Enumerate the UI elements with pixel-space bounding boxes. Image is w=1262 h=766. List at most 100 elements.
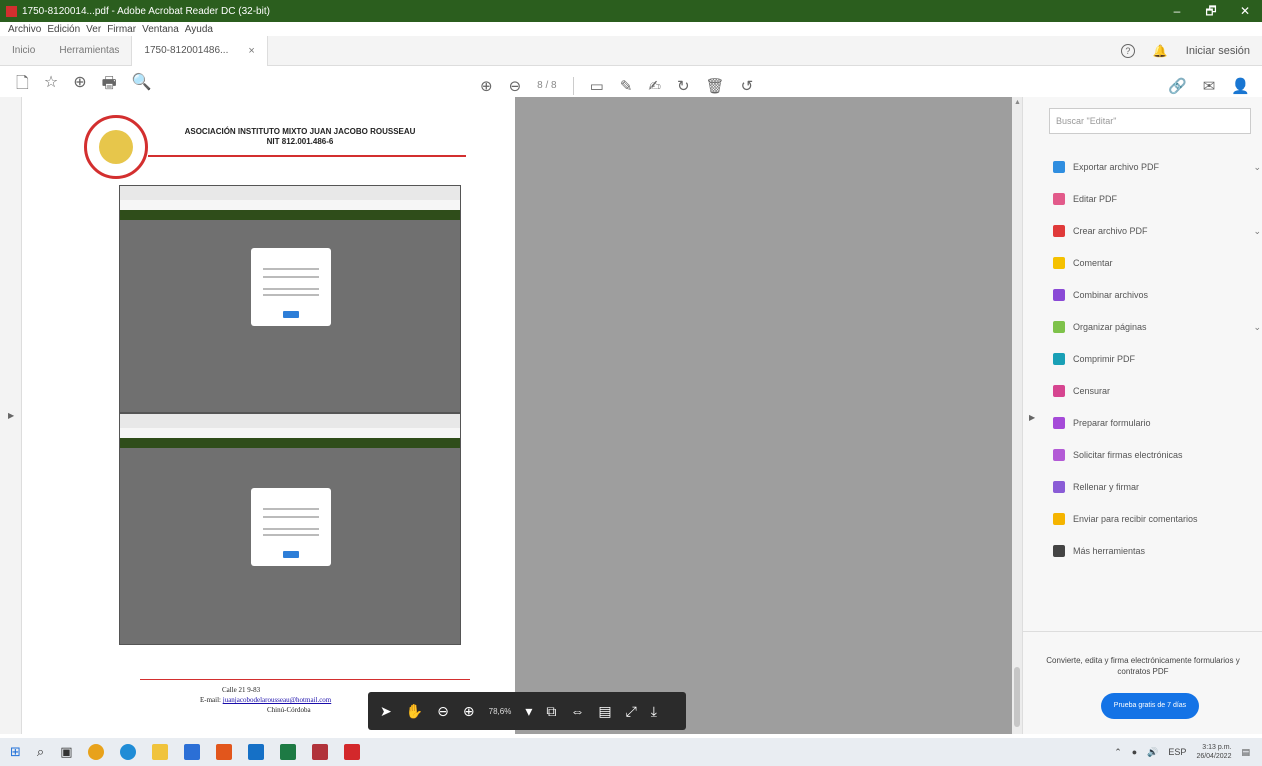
floating-zoom-toolbar: ➤ ✋ ⊖ ⊕ 78,6% ▾ ⧉ ⇔ ▤ ⤢ ⤓ — [368, 692, 686, 730]
undo-icon[interactable]: ↺ — [741, 77, 754, 95]
tool-item[interactable]: Comprimir PDF — [1053, 343, 1262, 375]
toolbar-left: 🗋 ☆ ⊕ 🖶 🔍 — [0, 72, 152, 99]
page-fit-icon[interactable]: ⧉ — [546, 703, 556, 720]
tab-herramientas[interactable]: Herramientas — [47, 36, 131, 66]
collapse-right-pane-icon[interactable]: ▶ — [1029, 413, 1035, 422]
page-view-icon[interactable]: ▤ — [598, 703, 611, 720]
tool-label: Crear archivo PDF — [1073, 226, 1148, 236]
toolbar-right: 🔗 ✉ 👤 — [1168, 77, 1250, 95]
download-icon[interactable]: ⤓ — [651, 703, 657, 720]
close-tab-icon[interactable]: × — [248, 36, 254, 66]
menu-ventana[interactable]: Ventana — [142, 24, 179, 35]
create-pdf-icon[interactable]: 🗋 — [16, 72, 29, 99]
search-icon[interactable]: 🔍 — [132, 72, 152, 99]
delete-icon[interactable]: 🗑 — [706, 77, 725, 95]
zoom-dropdown-icon[interactable]: ▾ — [525, 703, 532, 720]
notifications-icon[interactable]: ▤ — [1241, 747, 1250, 758]
tool-icon — [1053, 449, 1065, 461]
zoom-in-icon[interactable]: ⊕ — [463, 703, 475, 720]
edge-icon[interactable] — [120, 744, 137, 760]
fullscreen-icon[interactable]: ⤢ — [626, 703, 637, 720]
mail-app-icon[interactable] — [248, 744, 265, 760]
tab-document[interactable]: 1750-812001486... × — [131, 35, 268, 66]
chrome-icon[interactable] — [88, 744, 105, 760]
email-icon[interactable]: ✉ — [1203, 77, 1216, 95]
next-page-icon[interactable]: ⊖ — [509, 77, 522, 95]
excel-icon[interactable] — [280, 744, 297, 760]
comment-icon[interactable]: ▭ — [590, 77, 604, 95]
rotate-icon[interactable]: ↻ — [677, 77, 690, 95]
volume-icon[interactable]: 🔊 — [1147, 747, 1158, 758]
tool-item[interactable]: Exportar archivo PDF ⌄ — [1053, 151, 1262, 183]
header-actions: ? 🔔 Iniciar sesión — [1120, 43, 1262, 58]
tool-icon — [1053, 385, 1065, 397]
select-cursor-icon[interactable]: ➤ — [380, 703, 392, 720]
sign-icon[interactable]: ✍ — [648, 77, 661, 95]
free-trial-button[interactable]: Prueba gratis de 7 días — [1101, 693, 1199, 719]
tool-item[interactable]: Combinar archivos — [1053, 279, 1262, 311]
store-icon[interactable] — [184, 744, 201, 760]
tool-item[interactable]: Editar PDF — [1053, 183, 1262, 215]
tools-search-input[interactable]: Buscar "Editar" — [1049, 108, 1251, 134]
pen-icon[interactable]: ✎ — [620, 77, 633, 95]
bookmark-star-icon[interactable]: ☆ — [44, 72, 58, 99]
tool-item[interactable]: Censurar — [1053, 375, 1262, 407]
print-icon[interactable]: 🖶 — [102, 72, 117, 99]
footer-city: Chinú-Córdoba — [267, 706, 311, 714]
expand-left-pane-icon[interactable]: ▶ — [8, 411, 14, 420]
tool-item[interactable]: Enviar para recibir comentarios — [1053, 503, 1262, 535]
menu-edicion[interactable]: Edición — [47, 24, 80, 35]
help-icon[interactable]: ? — [1120, 43, 1135, 58]
user-icon[interactable]: 👤 — [1231, 77, 1250, 95]
search-taskbar-icon[interactable]: ⌕ — [37, 744, 44, 760]
org-name: ASOCIACIÓN INSTITUTO MIXTO JUAN JACOBO R… — [184, 127, 416, 136]
acrobat-taskbar-icon[interactable] — [344, 744, 361, 760]
document-viewer[interactable]: ▶ ASOCIACIÓN INSTITUTO MIXTO JUAN JACOBO… — [0, 97, 1022, 734]
tool-item[interactable]: Solicitar firmas electrónicas — [1053, 439, 1262, 471]
footer-email-link[interactable]: juanjacobodelarousseau@hotmail.com — [223, 696, 332, 704]
tool-item[interactable]: Crear archivo PDF ⌄ — [1053, 215, 1262, 247]
signin-button[interactable]: Iniciar sesión — [1186, 45, 1250, 57]
document-scrollbar[interactable]: ▲ — [1012, 97, 1022, 734]
network-icon[interactable]: ● — [1132, 747, 1137, 757]
close-window-button[interactable]: ✕ — [1228, 0, 1262, 22]
file-explorer-icon[interactable] — [152, 744, 169, 760]
bell-icon[interactable]: 🔔 — [1153, 44, 1168, 58]
share-link-icon[interactable]: 🔗 — [1168, 77, 1187, 95]
tool-item[interactable]: Rellenar y firmar — [1053, 471, 1262, 503]
institution-logo — [84, 115, 148, 179]
tool-label: Combinar archivos — [1073, 290, 1149, 300]
chevron-down-icon[interactable]: ⌄ — [1253, 226, 1261, 237]
tray-chevron-icon[interactable]: ⌃ — [1114, 747, 1122, 758]
chevron-down-icon[interactable]: ⌄ — [1253, 322, 1261, 333]
hand-tool-icon[interactable]: ✋ — [406, 703, 423, 720]
footer-address: Calle 21 9-83 — [222, 686, 261, 694]
menu-ayuda[interactable]: Ayuda — [185, 24, 213, 35]
scrollbar-thumb[interactable] — [1014, 667, 1020, 727]
zoom-out-icon[interactable]: ⊖ — [437, 703, 449, 720]
scroll-up-icon[interactable]: ▲ — [1014, 99, 1021, 106]
tool-item[interactable]: Organizar páginas ⌄ — [1053, 311, 1262, 343]
taskbar-clock[interactable]: 3:13 p.m. 26/04/2022 — [1196, 743, 1231, 761]
minimize-button[interactable]: – — [1160, 0, 1194, 22]
tool-item[interactable]: Preparar formulario — [1053, 407, 1262, 439]
task-view-icon[interactable]: ▣ — [60, 744, 72, 760]
menu-firmar[interactable]: Firmar — [107, 24, 136, 35]
upload-cloud-icon[interactable]: ⊕ — [73, 72, 86, 99]
chevron-down-icon[interactable]: ⌄ — [1253, 162, 1261, 173]
page-indicator[interactable]: 8 / 8 — [537, 80, 556, 91]
fit-width-icon[interactable]: ⇔ — [570, 703, 584, 719]
tool-item[interactable]: Más herramientas — [1053, 535, 1262, 567]
menu-ver[interactable]: Ver — [86, 24, 101, 35]
zoom-level[interactable]: 78,6% — [489, 707, 512, 716]
access-icon[interactable] — [312, 744, 329, 760]
left-navigation-pane[interactable]: ▶ — [0, 97, 22, 734]
windows-start-icon[interactable]: ⊞ — [10, 744, 21, 760]
tab-inicio[interactable]: Inicio — [0, 36, 47, 66]
tool-item[interactable]: Comentar — [1053, 247, 1262, 279]
prev-page-icon[interactable]: ⊕ — [480, 77, 493, 95]
menu-archivo[interactable]: Archivo — [8, 24, 41, 35]
language-indicator[interactable]: ESP — [1168, 747, 1186, 757]
maximize-button[interactable]: 🗗 — [1194, 0, 1228, 22]
office-icon[interactable] — [216, 744, 233, 760]
